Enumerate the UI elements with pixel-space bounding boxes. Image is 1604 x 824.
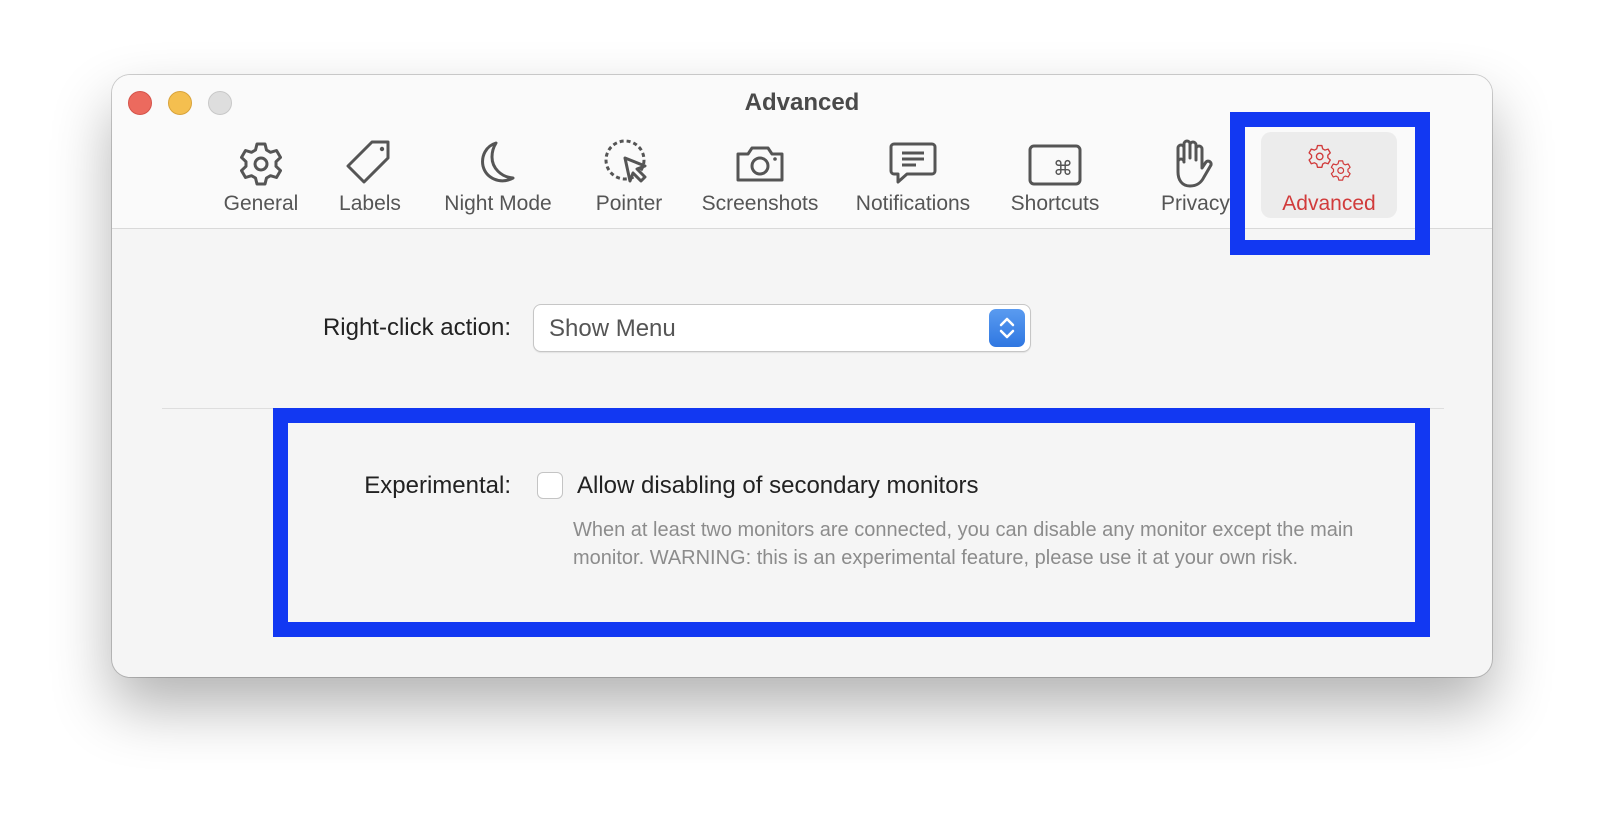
- tab-labels-label: Labels: [339, 192, 401, 215]
- tab-screenshots[interactable]: Screenshots: [690, 132, 830, 222]
- tab-night-mode[interactable]: Night Mode: [428, 132, 568, 222]
- hand-icon: [1162, 136, 1218, 192]
- tab-privacy[interactable]: Privacy: [1140, 132, 1240, 222]
- experimental-description: When at least two monitors are connected…: [573, 519, 1354, 569]
- tab-notifications-label: Notifications: [855, 192, 971, 215]
- tag-icon: [342, 136, 398, 192]
- tab-privacy-label: Privacy: [1161, 192, 1230, 215]
- moon-icon: [470, 136, 526, 192]
- tab-night-mode-label: Night Mode: [444, 192, 552, 215]
- gears-icon: [1297, 136, 1361, 192]
- tab-notifications[interactable]: Notifications: [843, 132, 983, 222]
- pointer-icon: [601, 136, 657, 192]
- right-click-action-value: Show Menu: [549, 315, 676, 342]
- tab-advanced[interactable]: Advanced: [1259, 132, 1399, 222]
- tab-labels[interactable]: Labels: [300, 132, 440, 222]
- chevron-up-down-icon: [999, 317, 1015, 339]
- allow-disabling-monitors-checkbox[interactable]: [537, 472, 563, 499]
- tab-shortcuts-label: Shortcuts: [1010, 192, 1100, 215]
- preferences-window: Advanced General Labels Night Mode Point…: [112, 75, 1492, 677]
- tab-advanced-label: Advanced: [1282, 192, 1376, 215]
- right-click-action-select[interactable]: Show Menu: [533, 304, 1031, 352]
- select-stepper[interactable]: [989, 309, 1025, 347]
- allow-disabling-monitors-label[interactable]: Allow disabling of secondary monitors: [577, 472, 979, 500]
- command-key-icon: ⌘: [1027, 136, 1083, 192]
- tab-pointer-label: Pointer: [595, 192, 663, 215]
- section-divider: [162, 408, 1444, 409]
- experimental-label: Experimental:: [364, 472, 511, 499]
- gear-icon: [233, 136, 289, 192]
- tab-shortcuts[interactable]: ⌘ Shortcuts: [985, 132, 1125, 222]
- camera-icon: [732, 136, 788, 192]
- window-title: Advanced: [744, 89, 860, 116]
- svg-text:⌘: ⌘: [1053, 156, 1073, 180]
- tab-screenshots-label: Screenshots: [701, 192, 819, 215]
- tab-pointer[interactable]: Pointer: [559, 132, 699, 222]
- speech-bubble-icon: [885, 136, 941, 192]
- toolbar: Advanced General Labels Night Mode Point…: [112, 75, 1492, 229]
- right-click-action-label: Right-click action:: [322, 314, 511, 341]
